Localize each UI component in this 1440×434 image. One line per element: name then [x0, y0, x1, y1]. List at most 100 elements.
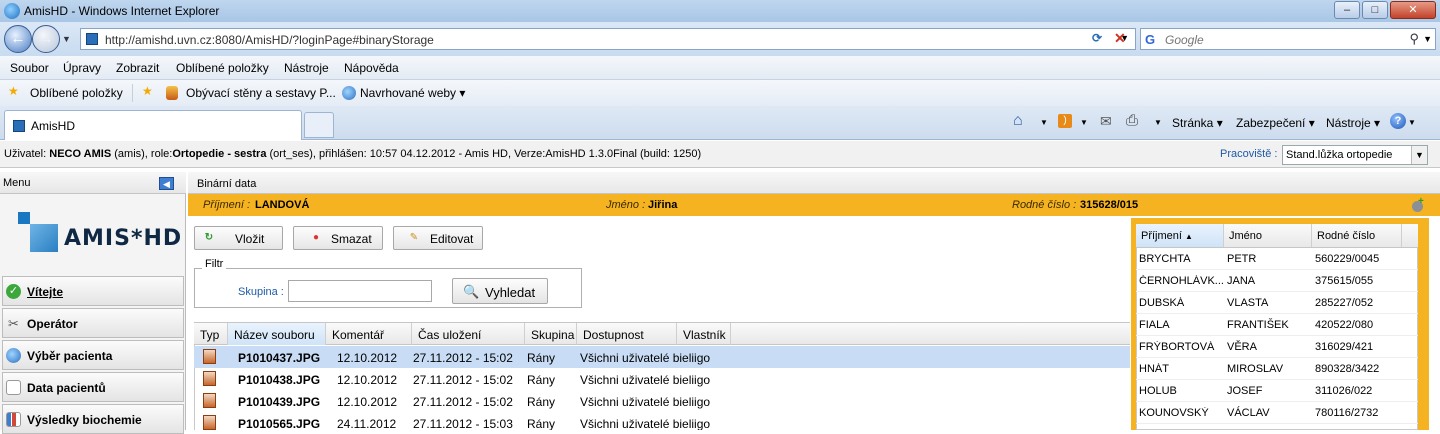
- help-dropdown-icon[interactable]: ▼: [1408, 118, 1416, 127]
- new-tab-button[interactable]: [304, 112, 334, 138]
- image-file-icon: [203, 415, 216, 430]
- chevron-down-icon[interactable]: ▼: [1411, 146, 1427, 164]
- search-dropdown-icon[interactable]: ▼: [1423, 34, 1432, 44]
- print-dropdown-icon[interactable]: ▼: [1154, 118, 1162, 127]
- home-icon[interactable]: ⌂: [1013, 112, 1023, 130]
- workplace-value: Stand.lůžka ortopedie: [1286, 149, 1393, 161]
- search-button[interactable]: 🔍 Vyhledat: [452, 278, 548, 304]
- list-item[interactable]: KOUNOVSKÝ VÁCLAV 780116/2732: [1136, 402, 1418, 424]
- suggested-sites[interactable]: Navrhované weby ▾: [360, 86, 465, 100]
- menu-napoveda[interactable]: Nápověda: [344, 61, 399, 75]
- col-type[interactable]: Typ: [194, 323, 228, 345]
- patient-name: VÁCLAV: [1227, 407, 1270, 419]
- help-icon[interactable]: ?: [1390, 113, 1406, 129]
- list-item[interactable]: HNÁT MIROSLAV 890328/3422: [1136, 358, 1418, 380]
- stop-icon[interactable]: ✕: [1114, 30, 1126, 47]
- delete-label: Smazat: [331, 232, 372, 246]
- sidebar-item-data-pacientu[interactable]: Data pacientů: [2, 372, 184, 402]
- list-item[interactable]: HOLUB JOSEF 311026/022: [1136, 380, 1418, 402]
- menu-oblibene[interactable]: Oblíbené položky: [176, 61, 269, 75]
- workplace-label: Pracoviště :: [1220, 148, 1278, 160]
- insert-button[interactable]: ↻ Vložit: [194, 226, 283, 250]
- col-name[interactable]: Jméno: [1224, 224, 1312, 247]
- col-group[interactable]: Skupina: [525, 323, 577, 345]
- command-stranka[interactable]: Stránka ▾: [1172, 116, 1223, 130]
- collapse-sidebar-icon[interactable]: ◀: [159, 177, 174, 190]
- patient-rc: 780116/2732: [1315, 407, 1379, 419]
- patient-surname: DUBSKÁ: [1139, 297, 1185, 309]
- feeds-dropdown-icon[interactable]: ▼: [1080, 118, 1088, 127]
- window-title: AmisHD - Windows Internet Explorer: [24, 4, 220, 18]
- list-item[interactable]: DUBSKÁ VLASTA 285227/052: [1136, 292, 1418, 314]
- sort-asc-icon: ▲: [1185, 232, 1193, 241]
- group-label: Skupina :: [238, 286, 284, 298]
- url-field[interactable]: http://amishd.uvn.cz:8080/AmisHD/?loginP…: [80, 28, 1136, 50]
- add-patient-icon[interactable]: +: [1410, 196, 1426, 213]
- image-file-icon: [203, 371, 216, 386]
- patient-surname: ČERNOHLÁVK...: [1139, 275, 1223, 287]
- delete-button[interactable]: ● Smazat: [293, 226, 383, 250]
- command-nastroje[interactable]: Nástroje ▾: [1326, 116, 1380, 130]
- col-saved[interactable]: Čas uložení: [412, 323, 525, 345]
- forward-button[interactable]: →: [32, 25, 60, 53]
- table-row[interactable]: P1010437.JPG 12.10.2012 27.11.2012 - 15:…: [194, 346, 1130, 368]
- back-button[interactable]: ←: [4, 25, 32, 53]
- close-button[interactable]: ✕: [1390, 1, 1436, 19]
- menu-zobrazit[interactable]: Zobrazit: [116, 61, 159, 75]
- list-item[interactable]: FRÝBORTOVÁ VĚRA 316029/421: [1136, 336, 1418, 358]
- sidebar-item-vitejte[interactable]: ✓ Vítejte: [2, 276, 184, 306]
- logo-square-large: [30, 224, 58, 252]
- cell-saved: 27.11.2012 - 15:03: [413, 417, 513, 430]
- feeds-icon[interactable]: ): [1058, 114, 1072, 128]
- group-input[interactable]: [288, 280, 432, 302]
- search-icon[interactable]: ⚲: [1409, 31, 1419, 47]
- logo-square-small: [18, 212, 30, 224]
- menu-nastroje[interactable]: Nástroje: [284, 61, 329, 75]
- cell-comment: 12.10.2012: [337, 351, 398, 365]
- list-item[interactable]: FIALA FRANTIŠEK 420522/080: [1136, 314, 1418, 336]
- col-access[interactable]: Dostupnost: [577, 323, 677, 345]
- table-row[interactable]: P1010438.JPG 12.10.2012 27.11.2012 - 15:…: [194, 368, 1130, 390]
- cell-access: Všichni uživatelé bieliigo: [580, 373, 711, 387]
- user-mid: (amis), role:: [111, 148, 173, 160]
- add-favorite-icon[interactable]: ★: [142, 84, 153, 98]
- list-item[interactable]: BRYCHTA PETR 560229/0045: [1136, 248, 1418, 270]
- sidebar-item-vyber-pacienta[interactable]: Výběr pacienta: [2, 340, 184, 370]
- home-dropdown-icon[interactable]: ▼: [1040, 118, 1048, 127]
- insert-label: Vložit: [235, 232, 265, 246]
- col-rc[interactable]: Rodné číslo: [1312, 224, 1402, 247]
- col-filename[interactable]: Název souboru ▲: [228, 323, 326, 355]
- col-comment[interactable]: Komentář: [326, 323, 412, 345]
- menu-soubor[interactable]: Soubor: [10, 61, 49, 75]
- refresh-icon[interactable]: ⟳: [1092, 31, 1102, 45]
- recent-pages-dropdown-icon[interactable]: ▼: [62, 34, 71, 44]
- cell-comment: 12.10.2012: [337, 395, 398, 409]
- patient-rc: 316029/421: [1315, 341, 1374, 353]
- patient-rc: 311026/022: [1315, 385, 1373, 397]
- maximize-button[interactable]: □: [1362, 1, 1388, 19]
- table-row[interactable]: P1010439.JPG 12.10.2012 27.11.2012 - 15:…: [194, 390, 1130, 412]
- patient-surname: HOLUB: [1139, 385, 1177, 397]
- list-item[interactable]: ČERNOHLÁVK... JANA 375615/055: [1136, 270, 1418, 292]
- patient-surname: KOUNOVSKÝ: [1139, 407, 1209, 419]
- rc-value: 315628/015: [1080, 199, 1139, 211]
- mail-icon[interactable]: ✉: [1100, 113, 1112, 130]
- command-zabezpeceni[interactable]: Zabezpečení ▾: [1236, 116, 1315, 130]
- minimize-button[interactable]: –: [1334, 1, 1360, 19]
- edit-button[interactable]: ✎ Editovat: [393, 226, 483, 250]
- filter-legend: Filtr: [202, 258, 227, 270]
- tab-amishd[interactable]: AmisHD: [4, 110, 302, 140]
- menu-upravy[interactable]: Úpravy: [63, 61, 101, 75]
- col-surname[interactable]: Příjmení ▲: [1136, 224, 1224, 247]
- favorites-button[interactable]: Oblíbené položky: [30, 86, 123, 100]
- cell-filename: P1010438.JPG: [238, 373, 321, 387]
- sidebar-item-operator[interactable]: ✂ Operátor: [2, 308, 184, 338]
- user-prefix: Uživatel:: [4, 148, 50, 160]
- table-row[interactable]: P1010565.JPG 24.11.2012 27.11.2012 - 15:…: [194, 412, 1130, 430]
- workplace-select[interactable]: Stand.lůžka ortopedie ▼: [1282, 145, 1428, 165]
- favorite-link-obyvaci-steny[interactable]: Obývací stěny a sestavy P...: [186, 86, 336, 100]
- col-owner[interactable]: Vlastník: [677, 323, 731, 345]
- print-icon[interactable]: ⎙: [1126, 112, 1138, 129]
- search-input[interactable]: G Google ⚲ ▼: [1140, 28, 1436, 50]
- search-label: Vyhledat: [485, 285, 536, 300]
